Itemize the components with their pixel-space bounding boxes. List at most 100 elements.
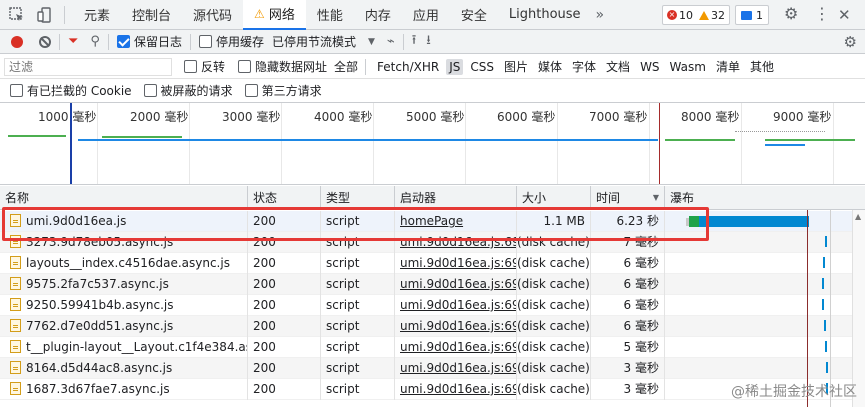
- table-row[interactable]: t__plugin-layout__Layout.c1f4e384.asy… 2…: [0, 337, 865, 358]
- initiator-link[interactable]: umi.9d0d16ea.js:692: [400, 361, 516, 375]
- disable-cache-label: 停用缓存: [215, 35, 264, 49]
- filter-icon[interactable]: ⏷: [68, 34, 78, 49]
- initiator-link[interactable]: umi.9d0d16ea.js:692: [400, 319, 516, 333]
- initiator-link[interactable]: umi.9d0d16ea.js:692: [400, 256, 516, 270]
- divider: [107, 33, 109, 50]
- load-event-line: [807, 210, 808, 407]
- tab-elements[interactable]: 元素: [73, 0, 121, 30]
- waterfall-cell: [665, 316, 865, 337]
- waterfall-cell: [665, 274, 865, 295]
- request-name: layouts__index.c4516dae.async.js: [26, 256, 230, 270]
- device-toolbar-icon[interactable]: [34, 4, 56, 26]
- timeline-tick-label: 9000 毫秒: [773, 110, 832, 124]
- timeline-tick-label: 5000 毫秒: [406, 110, 465, 124]
- request-status: 200: [248, 379, 321, 400]
- filter-type-other[interactable]: 其他: [747, 57, 777, 76]
- request-name: 8164.d5d44ac8.async.js: [26, 361, 173, 375]
- network-overview[interactable]: 1000 毫秒 2000 毫秒 3000 毫秒 4000 毫秒 5000 毫秒 …: [0, 103, 865, 185]
- third-party-checkbox[interactable]: [244, 84, 258, 97]
- load-marker: [659, 103, 660, 184]
- timeline-tick-label: 7000 毫秒: [589, 110, 648, 124]
- script-file-icon: [10, 340, 21, 353]
- initiator-link[interactable]: umi.9d0d16ea.js:692: [400, 382, 516, 396]
- messages-counter[interactable]: 1: [735, 5, 769, 25]
- initiator-link[interactable]: umi.9d0d16ea.js:692: [400, 340, 516, 354]
- request-type: script: [321, 295, 395, 316]
- request-status: 200: [248, 253, 321, 274]
- table-row[interactable]: 9575.2fa7c537.async.js 200 script umi.9d…: [0, 274, 865, 295]
- table-row[interactable]: 7762.d7e0dd51.async.js 200 script umi.9d…: [0, 316, 865, 337]
- search-icon[interactable]: ⚲: [90, 34, 100, 49]
- error-count: 10: [679, 8, 693, 22]
- divider: [402, 33, 404, 50]
- table-row[interactable]: layouts__index.c4516dae.async.js 200 scr…: [0, 253, 865, 274]
- request-time: 5 毫秒: [591, 337, 665, 358]
- record-button[interactable]: [11, 35, 23, 48]
- clear-button[interactable]: [39, 35, 51, 48]
- filter-type-css[interactable]: CSS: [467, 59, 497, 75]
- request-size: (disk cache): [517, 337, 591, 358]
- filter-type-media[interactable]: 媒体: [535, 57, 565, 76]
- waterfall-bar: [823, 257, 825, 268]
- filter-type-doc[interactable]: 文档: [603, 57, 633, 76]
- vertical-scrollbar[interactable]: ▲: [852, 210, 865, 407]
- waterfall-bar: [825, 236, 827, 247]
- waterfall-bar: [824, 320, 826, 331]
- filter-type-manifest[interactable]: 清单: [713, 57, 743, 76]
- filter-type-img[interactable]: 图片: [501, 57, 531, 76]
- invert-checkbox[interactable]: [184, 60, 197, 73]
- filter-type-wasm[interactable]: Wasm: [667, 59, 709, 75]
- tab-security[interactable]: 安全: [450, 0, 498, 30]
- more-tabs-button[interactable]: »: [596, 7, 605, 23]
- script-file-icon: [10, 256, 21, 269]
- tab-performance[interactable]: 性能: [306, 0, 354, 30]
- filter-type-js[interactable]: JS: [446, 58, 464, 75]
- blocked-cookies-label: 有已拦截的 Cookie: [27, 84, 132, 98]
- overview-bar: [102, 136, 182, 138]
- chevron-down-icon[interactable]: ▼: [368, 37, 375, 47]
- settings-gear-icon[interactable]: ⚙: [784, 4, 798, 23]
- initiator-link[interactable]: umi.9d0d16ea.js:692: [400, 298, 516, 312]
- filter-input[interactable]: 过滤: [4, 57, 172, 76]
- inspect-element-icon[interactable]: [6, 4, 28, 26]
- preserve-log-label: 保留日志: [133, 35, 182, 49]
- issues-counter[interactable]: × 10 32: [662, 5, 730, 25]
- tab-network[interactable]: ⚠ 网络: [243, 0, 306, 30]
- preserve-log-checkbox[interactable]: [116, 35, 130, 48]
- blocked-cookies-checkbox[interactable]: [10, 84, 23, 97]
- message-count: 1: [756, 8, 763, 22]
- blocked-requests-checkbox[interactable]: [143, 84, 157, 97]
- warning-count: 32: [711, 8, 725, 22]
- more-options-icon[interactable]: ⋮: [814, 4, 830, 23]
- request-time: 6 毫秒: [591, 274, 665, 295]
- import-har-icon[interactable]: ⭱: [412, 31, 417, 53]
- tab-sources[interactable]: 源代码: [182, 0, 243, 30]
- highlight-annotation: [2, 207, 709, 241]
- network-conditions-icon[interactable]: ⌁: [387, 34, 395, 49]
- tab-application[interactable]: 应用: [402, 0, 450, 30]
- scroll-up-icon[interactable]: ▲: [855, 212, 861, 221]
- request-type: script: [321, 379, 395, 400]
- disable-cache-checkbox[interactable]: [198, 35, 212, 48]
- hide-data-urls-checkbox[interactable]: [238, 60, 252, 73]
- export-har-icon[interactable]: ⭳: [426, 31, 431, 53]
- filter-type-all[interactable]: 全部: [331, 57, 361, 76]
- waterfall-bar: [822, 299, 824, 310]
- error-icon: ×: [667, 10, 677, 20]
- table-row[interactable]: 9250.59941b4b.async.js 200 script umi.9d…: [0, 295, 865, 316]
- filter-type-font[interactable]: 字体: [569, 57, 599, 76]
- tab-memory[interactable]: 内存: [354, 0, 402, 30]
- tab-lighthouse[interactable]: Lighthouse: [498, 0, 592, 30]
- tab-console[interactable]: 控制台: [121, 0, 182, 30]
- initiator-link[interactable]: umi.9d0d16ea.js:692: [400, 277, 516, 291]
- request-type: script: [321, 358, 395, 379]
- grid-line: [830, 210, 831, 407]
- network-settings-icon[interactable]: ⚙: [844, 33, 857, 51]
- close-icon[interactable]: ✕: [838, 6, 851, 24]
- table-row[interactable]: 8164.d5d44ac8.async.js 200 script umi.9d…: [0, 358, 865, 379]
- throttling-select[interactable]: 已停用节流模式: [272, 33, 356, 50]
- request-name: 9575.2fa7c537.async.js: [26, 277, 169, 291]
- filter-type-ws[interactable]: WS: [637, 59, 662, 75]
- request-time: 6 毫秒: [591, 253, 665, 274]
- filter-type-fetch-xhr[interactable]: Fetch/XHR: [374, 59, 442, 75]
